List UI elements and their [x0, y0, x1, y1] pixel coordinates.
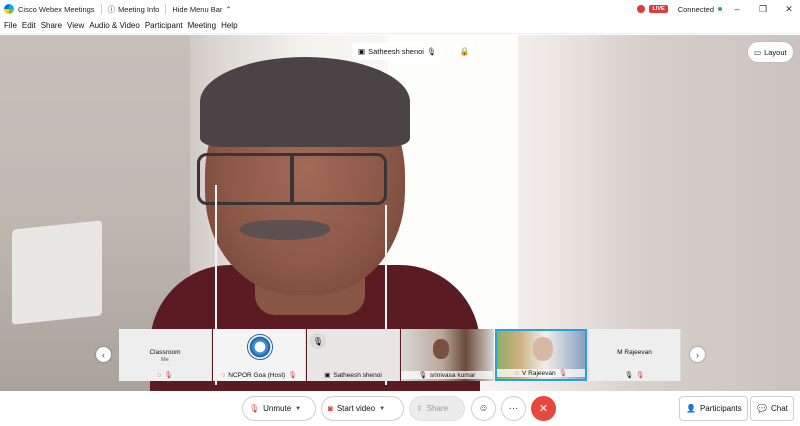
participant-tile-srinivasa[interactable]: 🎙 srinivasa kumar — [401, 329, 494, 381]
menu-file[interactable]: File — [4, 21, 17, 30]
speaker-moustache — [240, 220, 330, 240]
tile-label: srinivasa kumar — [429, 371, 476, 379]
chat-bubble-icon: 💬 — [757, 404, 767, 413]
hide-menu-bar-label: Hide Menu Bar — [172, 4, 223, 14]
background-ac-unit — [12, 220, 102, 325]
start-video-label: Start video — [336, 404, 376, 413]
live-badge: LIVE — [649, 5, 668, 13]
menu-bar: File Edit Share View Audio & Video Parti… — [0, 18, 800, 34]
signal-icon: ◌ — [221, 371, 226, 379]
chat-button[interactable]: 💬 Chat — [750, 396, 794, 421]
participant-tile-classroom[interactable]: Classroom Me ◌ 🎙 — [119, 329, 212, 381]
tile-label: V Rajeevan — [522, 369, 556, 377]
active-speaker-name: Satheesh shenoi — [368, 47, 424, 56]
close-button[interactable]: ✕ — [778, 4, 800, 15]
person-icon: 👤 — [686, 404, 696, 413]
unmute-label: Unmute — [263, 404, 292, 413]
leave-meeting-button[interactable]: ✕ — [531, 396, 556, 421]
meeting-info-label: Meeting Info — [118, 4, 160, 14]
hide-menu-bar-button[interactable]: Hide Menu Bar ⌃ — [172, 5, 231, 14]
layout-icon: ▭ — [754, 47, 762, 57]
speaker-glasses — [197, 153, 387, 205]
filmstrip-prev-button[interactable]: ‹ — [96, 347, 111, 362]
tile-label: NCPOR Goa (Host) — [228, 371, 286, 379]
microphone-icon: 🎙 — [418, 372, 427, 379]
unmute-button[interactable]: 🎙 Unmute ▼ — [242, 396, 316, 421]
muted-mic-icon: 🎙 — [288, 372, 297, 379]
muted-mic-icon: 🎙 — [249, 404, 260, 413]
lock-icon: 🔒 — [459, 47, 470, 56]
tile-sub: Me — [161, 357, 169, 363]
participant-face — [433, 339, 449, 359]
title-bar: Cisco Webex Meetings ⓘ Meeting Info Hide… — [0, 0, 800, 18]
start-video-button[interactable]: ◙ Start video ▼ — [321, 396, 404, 421]
monitor-icon: ▣ — [358, 47, 366, 56]
muted-mic-icon: 🎙 — [164, 372, 173, 379]
participants-button[interactable]: 👤 Participants — [679, 396, 748, 421]
layout-button[interactable]: ▭ Layout — [748, 42, 793, 62]
video-off-icon: ◙ — [328, 404, 333, 413]
microphone-icon: 🎙 — [624, 372, 633, 379]
menu-view[interactable]: View — [67, 21, 84, 30]
chevron-down-icon[interactable]: ▼ — [379, 406, 385, 412]
share-button[interactable]: ⇪ Share — [409, 396, 465, 421]
microphone-icon: 🎙 — [426, 47, 437, 56]
minimize-button[interactable]: – — [726, 4, 748, 14]
webex-logo-icon — [4, 4, 14, 14]
more-options-button[interactable]: ··· — [501, 396, 526, 421]
info-icon: ⓘ — [107, 4, 116, 14]
signal-icon: ◌ — [515, 369, 519, 377]
filmstrip-next-button[interactable]: › — [690, 347, 705, 362]
tile-name: M Rajeevan — [617, 349, 652, 356]
muted-mic-icon: 🎙 — [558, 370, 567, 377]
more-icon: ··· — [508, 403, 519, 414]
menu-participant[interactable]: Participant — [145, 21, 183, 30]
connected-dot-icon — [718, 7, 722, 11]
divider — [165, 4, 167, 14]
participant-tile-m-rajeevan[interactable]: M Rajeevan 🎙 🎙 — [589, 329, 681, 381]
filmstrip: Classroom Me ◌ 🎙 ◌ NCPOR Goa (Host) 🎙 ▣ … — [119, 329, 681, 381]
layout-label: Layout — [764, 47, 787, 57]
meeting-info-button[interactable]: ⓘ Meeting Info — [108, 4, 160, 15]
participant-tile-ncpor[interactable]: ◌ NCPOR Goa (Host) 🎙 — [213, 329, 306, 381]
lock-video-button[interactable]: 🔒 — [455, 43, 474, 60]
signal-icon: ◌ — [157, 371, 162, 379]
share-icon: ⇪ — [416, 404, 423, 413]
menu-share[interactable]: Share — [41, 21, 62, 30]
monitor-icon: ▣ — [324, 372, 331, 379]
participant-face — [533, 337, 553, 361]
participant-tile-v-rajeevan[interactable]: ◌ V Rajeevan 🎙 — [495, 329, 587, 381]
meeting-toolbar: 🎙 Unmute ▼ ◙ Start video ▼ ⇪ Share ☺ ···… — [0, 391, 800, 426]
menu-help[interactable]: Help — [221, 21, 237, 30]
chevron-down-icon[interactable]: ▼ — [295, 406, 301, 412]
reactions-button[interactable]: ☺ — [471, 396, 496, 421]
tile-label: Satheesh shenoi — [333, 371, 382, 379]
app-title: Cisco Webex Meetings — [18, 4, 95, 14]
connection-status: Connected — [677, 4, 714, 14]
tile-name: Classroom — [149, 349, 181, 356]
menu-audio-video[interactable]: Audio & Video — [89, 21, 140, 30]
ncpor-logo-icon — [247, 334, 273, 360]
divider — [100, 4, 102, 14]
speaker-hair — [200, 57, 410, 147]
recording-icon — [637, 5, 646, 13]
share-label: Share — [426, 404, 449, 413]
menu-edit[interactable]: Edit — [22, 21, 36, 30]
chevron-up-icon: ⌃ — [225, 4, 232, 14]
floating-mic-icon[interactable]: 🎙 — [310, 333, 326, 349]
menu-meeting[interactable]: Meeting — [188, 21, 216, 30]
close-icon: ✕ — [538, 403, 549, 415]
smiley-icon: ☺ — [478, 403, 489, 414]
participants-label: Participants — [699, 404, 742, 413]
muted-mic-icon: 🎙 — [636, 372, 645, 379]
chat-label: Chat — [770, 404, 788, 413]
title-bar-right: LIVE Connected – ❐ ✕ — [637, 0, 800, 18]
active-speaker-name-pill: ▣ Satheesh shenoi 🎙 — [352, 43, 443, 60]
restore-button[interactable]: ❐ — [752, 4, 774, 15]
